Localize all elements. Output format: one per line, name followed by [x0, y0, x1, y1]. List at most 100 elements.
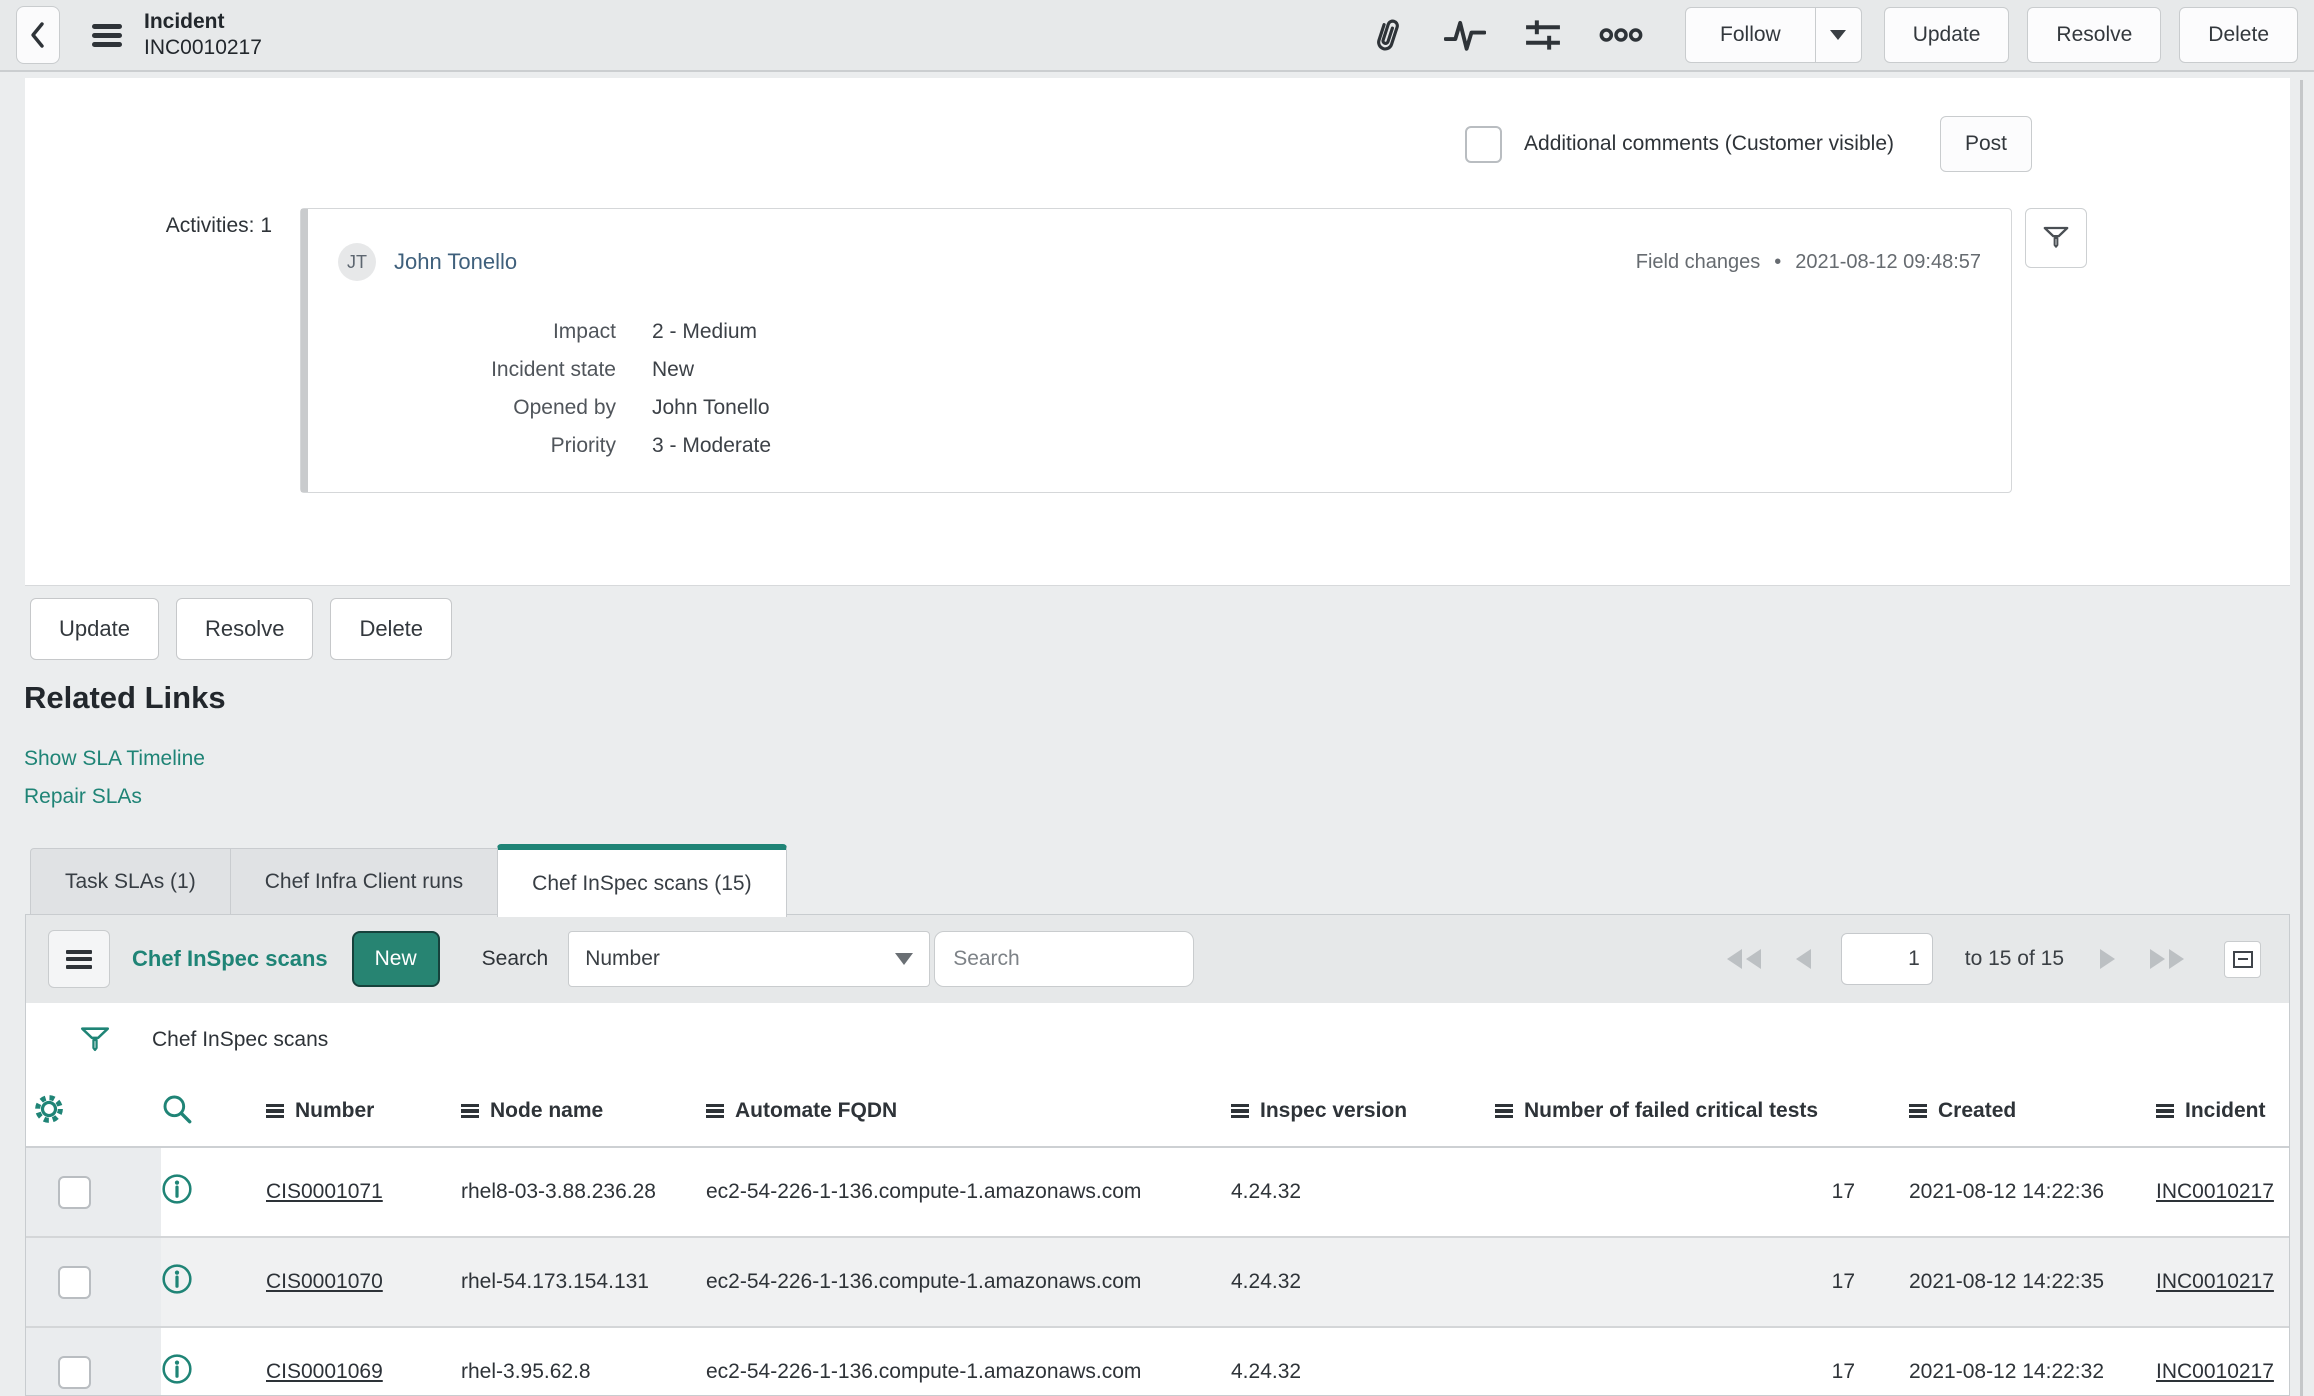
additional-comments-checkbox[interactable] — [1465, 125, 1503, 163]
list-menu-button[interactable] — [48, 930, 110, 988]
personalize-form-icon[interactable] — [1521, 13, 1565, 57]
activity-filter-button[interactable] — [2025, 208, 2087, 268]
update-button[interactable]: Update — [30, 598, 159, 660]
info-icon[interactable] — [161, 1353, 193, 1385]
search-row-header — [161, 1077, 266, 1148]
collapse-list-button[interactable] — [2224, 940, 2261, 978]
field-change-row: Impact 2 - Medium — [308, 313, 2011, 351]
record-number: INC0010217 — [144, 36, 262, 59]
field-change-row: Incident state New — [308, 351, 2011, 389]
additional-comments-row: Additional comments (Customer visible) P… — [1465, 116, 2032, 172]
list-breadcrumb-row: Chef InSpec scans — [26, 1003, 2289, 1077]
inspec-version-cell: 4.24.32 — [1211, 1327, 1481, 1395]
repair-slas-link[interactable]: Repair SLAs — [24, 778, 226, 816]
row-checkbox[interactable] — [58, 1355, 91, 1389]
scan-number-link[interactable]: CIS0001070 — [266, 1270, 383, 1293]
field-change-name: Impact — [552, 320, 616, 343]
info-icon[interactable] — [161, 1173, 193, 1205]
node-name-cell: rhel-54.173.154.131 — [461, 1237, 706, 1328]
context-menu-icon[interactable] — [92, 23, 122, 47]
more-options-icon[interactable] — [1599, 13, 1643, 57]
header-actions: Update Resolve Delete — [1883, 7, 2298, 63]
scan-number-link[interactable]: CIS0001069 — [266, 1360, 383, 1383]
row-checkbox[interactable] — [58, 1265, 91, 1299]
previous-page-button[interactable] — [1787, 947, 1819, 971]
gear-icon[interactable] — [32, 1092, 66, 1126]
incident-page: Incident INC0010217 Follow Update Resolv… — [0, 0, 2314, 1396]
failed-critical-tests-cell: 17 — [1481, 1147, 1881, 1238]
hamburger-icon — [66, 949, 92, 969]
created-cell: 2021-08-12 14:22:35 — [1881, 1237, 2116, 1328]
column-menu-icon — [706, 1104, 724, 1118]
delete-button-header[interactable]: Delete — [2179, 7, 2298, 63]
tab-chef-infra-client-runs[interactable]: Chef Infra Client runs — [229, 848, 499, 915]
chef-inspec-scans-list: Chef InSpec scans New Search Number to 1… — [25, 914, 2290, 1396]
column-menu-icon — [2156, 1104, 2174, 1118]
related-links-heading: Related Links — [24, 680, 226, 715]
pagination-range-text: to 15 of 15 — [1964, 947, 2064, 970]
column-header-created[interactable]: Created — [1881, 1077, 2116, 1148]
column-header-incident[interactable]: Incident — [2116, 1077, 2289, 1148]
created-cell: 2021-08-12 14:22:32 — [1881, 1327, 2116, 1395]
field-change-value: 2 - Medium — [652, 320, 758, 343]
back-button[interactable] — [16, 6, 60, 64]
activity-type: Field changes — [1635, 250, 1761, 273]
field-change-row: Opened by John Tonello — [308, 389, 2011, 427]
table-header-row: Number Node name Automate FQDN Inspec ve… — [26, 1077, 2289, 1148]
activity-entry-card: JT John Tonello Field changes • 2021-08-… — [300, 208, 2012, 493]
activity-accent-bar — [301, 209, 308, 492]
field-change-name: Priority — [550, 434, 616, 457]
attachment-icon[interactable] — [1365, 13, 1409, 57]
page-title: Incident INC0010217 — [144, 9, 262, 61]
related-list-tabs: Task SLAs (1) Chef Infra Client runs Che… — [30, 842, 787, 917]
incident-link[interactable]: INC0010217 — [2156, 1270, 2274, 1293]
node-name-cell: rhel-3.95.62.8 — [461, 1327, 706, 1395]
inspec-version-cell: 4.24.32 — [1211, 1237, 1481, 1328]
search-input[interactable] — [934, 931, 1195, 987]
automate-fqdn-cell: ec2-54-226-1-136.compute-1.amazonaws.com — [706, 1327, 1211, 1395]
last-page-button[interactable] — [2142, 947, 2192, 971]
delete-button[interactable]: Delete — [330, 598, 453, 660]
funnel-icon — [2043, 226, 2069, 248]
scan-number-link[interactable]: CIS0001071 — [266, 1180, 383, 1203]
column-header-inspec-version[interactable]: Inspec version — [1211, 1077, 1481, 1148]
incident-link[interactable]: INC0010217 — [2156, 1360, 2274, 1383]
table-row: CIS0001070 rhel-54.173.154.131 ec2-54-22… — [26, 1237, 2289, 1328]
post-button[interactable]: Post — [1940, 116, 2032, 172]
next-page-button[interactable] — [2092, 947, 2124, 971]
column-menu-icon — [266, 1104, 284, 1118]
follow-dropdown-button[interactable] — [1814, 8, 1861, 62]
field-change-row: Priority 3 - Moderate — [308, 427, 2011, 465]
scans-table: Number Node name Automate FQDN Inspec ve… — [26, 1077, 2289, 1395]
activities-row: Activities: 1 JT John Tonello Field chan… — [25, 208, 2290, 493]
tab-task-slas[interactable]: Task SLAs (1) — [30, 848, 231, 915]
resolve-button[interactable]: Resolve — [175, 598, 314, 660]
minus-square-icon — [2232, 950, 2253, 968]
activity-timestamp: 2021-08-12 09:48:57 — [1795, 250, 1981, 273]
search-field-select[interactable]: Number — [568, 931, 931, 987]
show-sla-timeline-link[interactable]: Show SLA Timeline — [24, 740, 226, 778]
column-header-failed-critical-tests[interactable]: Number of failed critical tests — [1481, 1077, 1881, 1148]
column-header-automate-fqdn[interactable]: Automate FQDN — [706, 1077, 1211, 1148]
field-change-name: Opened by — [513, 396, 616, 419]
failed-critical-tests-cell: 17 — [1481, 1237, 1881, 1328]
magnifier-icon[interactable] — [161, 1093, 193, 1125]
chevron-left-icon — [31, 22, 44, 48]
incident-link[interactable]: INC0010217 — [2156, 1180, 2274, 1203]
update-button-header[interactable]: Update — [1883, 7, 2010, 63]
follow-button[interactable]: Follow — [1686, 8, 1815, 62]
tab-chef-inspec-scans[interactable]: Chef InSpec scans (15) — [497, 844, 787, 917]
info-icon[interactable] — [161, 1263, 193, 1295]
first-page-button[interactable] — [1719, 947, 1769, 971]
resolve-button-header[interactable]: Resolve — [2027, 7, 2162, 63]
chevron-down-icon — [895, 953, 914, 965]
scrollbar[interactable] — [2300, 80, 2303, 1396]
row-checkbox[interactable] — [58, 1175, 91, 1209]
column-header-node-name[interactable]: Node name — [461, 1077, 706, 1148]
filter-funnel-icon[interactable] — [78, 1023, 112, 1057]
new-button[interactable]: New — [351, 931, 440, 987]
page-number-input[interactable] — [1840, 933, 1933, 985]
list-breadcrumb[interactable]: Chef InSpec scans — [152, 1028, 328, 1052]
column-header-number[interactable]: Number — [266, 1077, 461, 1148]
activity-stream-icon[interactable] — [1443, 13, 1487, 57]
